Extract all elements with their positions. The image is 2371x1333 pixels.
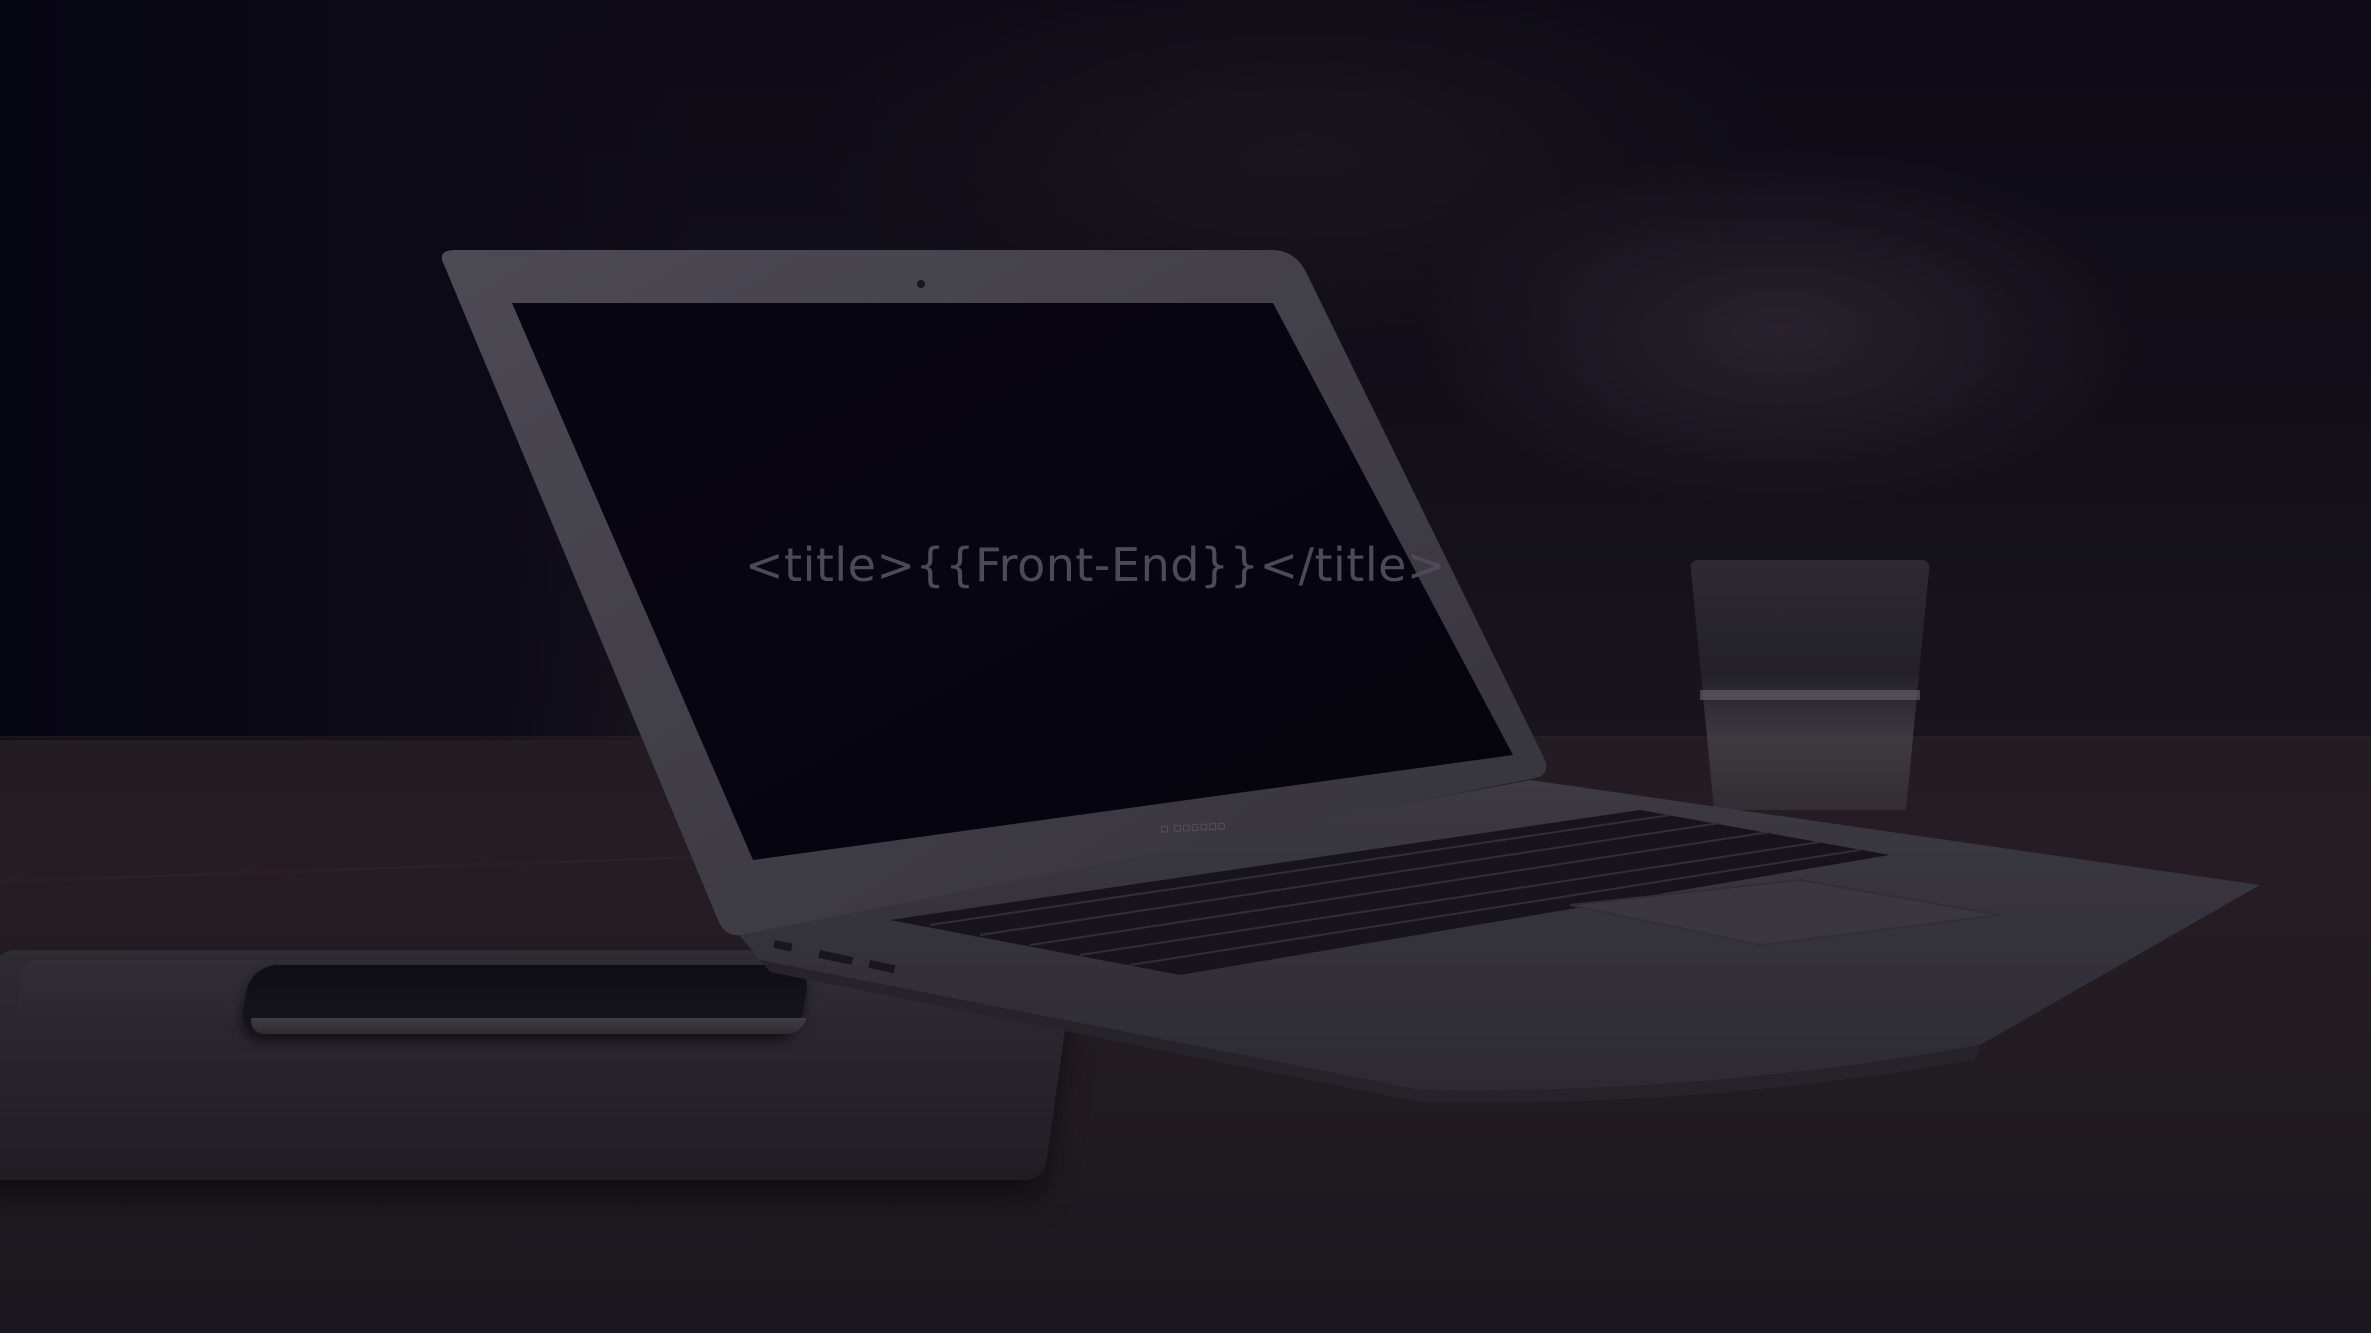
hero-background: ▫ ▫▫▫▫▫▫ <title>{{Front-End}}</title> [0, 0, 2371, 1333]
hero-code-title: <title>{{Front-End}}</title> [745, 538, 1446, 592]
laptop-lid [441, 250, 1547, 936]
webcam-icon [917, 280, 925, 288]
